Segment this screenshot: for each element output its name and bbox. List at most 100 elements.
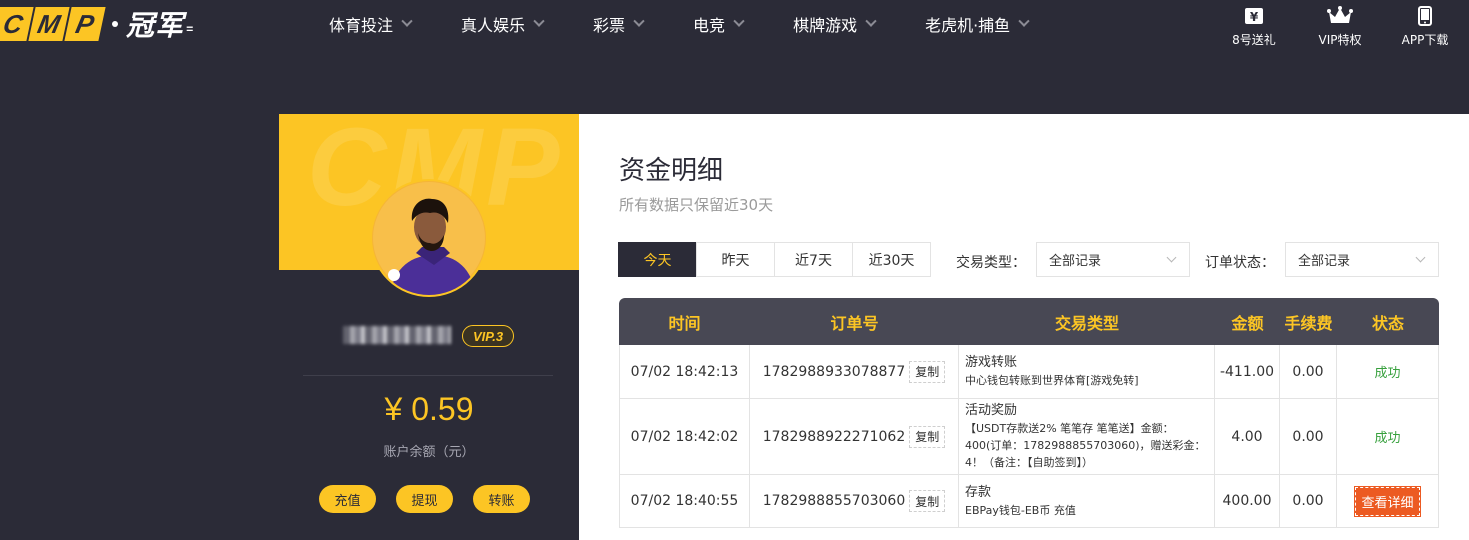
logo-letter: P <box>64 7 106 41</box>
username-blurred <box>343 326 451 344</box>
vip-badge[interactable]: VIP.3 <box>462 325 514 347</box>
nav-item-label: 彩票 <box>593 16 626 35</box>
withdraw-button[interactable]: 提现 <box>396 485 453 513</box>
nav-item-label: 棋牌游戏 <box>793 16 858 35</box>
nav-item-card-games[interactable]: 棋牌游戏 <box>793 13 877 35</box>
time-cell: 07/02 18:40:55 <box>620 475 750 528</box>
nav-item-sports[interactable]: 体育投注 <box>329 13 413 35</box>
column-header: 交易类型 <box>1054 313 1119 333</box>
order-number: 1782988855703060 <box>762 493 906 509</box>
logo-name: 冠军 <box>126 9 185 42</box>
chevron-down-icon <box>733 15 745 27</box>
fee-cell: 0.00 <box>1280 345 1337 399</box>
balance-amount: ¥ 0.59 <box>384 391 474 427</box>
table-header: 时间 订单号 交易类型 金额 手续费 状态 <box>619 298 1439 345</box>
nav-item-label: 老虎机·捕鱼 <box>925 16 1011 35</box>
time-cell: 07/02 18:42:02 <box>620 399 750 475</box>
table-row: 07/02 18:42:02 1782988922271062 复制 活动奖励 … <box>619 399 1439 475</box>
column-header: 订单号 <box>830 313 879 333</box>
nav-item-slots-fishing[interactable]: 老虎机·捕鱼 <box>925 13 1030 35</box>
top-navbar: C M P 冠军 = 体育投注 真人娱乐 彩票 电竞 棋牌游戏 老虎机·捕鱼 ¥… <box>0 0 1469 56</box>
type-cell: 存款 EBPay钱包-EB币 充值 <box>959 475 1215 528</box>
tab-last-30-days[interactable]: 近30天 <box>852 242 931 277</box>
order-cell: 1782988933078877 复制 <box>750 345 959 399</box>
card-divider <box>303 375 553 376</box>
chevron-down-icon <box>1415 252 1426 263</box>
column-header: 状态 <box>1371 313 1404 333</box>
avatar[interactable] <box>370 179 488 297</box>
tab-last-7-days[interactable]: 近7天 <box>774 242 853 277</box>
fee-cell: 0.00 <box>1280 475 1337 528</box>
time-cell: 07/02 18:42:13 <box>620 345 750 399</box>
tool-label: APP下载 <box>1401 33 1449 47</box>
status-badge: 成功 <box>1374 366 1401 381</box>
tab-today[interactable]: 今天 <box>618 242 697 277</box>
balance-label: 账户余额（元） <box>383 445 475 460</box>
amount-cell: 4.00 <box>1215 399 1280 475</box>
amount-cell: 400.00 <box>1215 475 1280 528</box>
order-cell: 1782988922271062 复制 <box>750 399 959 475</box>
app-download-tool[interactable]: APP下载 <box>1399 6 1451 48</box>
column-header: 手续费 <box>1284 313 1333 333</box>
select-value: 全部记录 <box>1049 254 1102 269</box>
page-subtitle: 所有数据只保留近30天 <box>619 196 774 214</box>
nav-item-label: 电竞 <box>693 16 726 35</box>
amount-cell: -411.00 <box>1215 345 1280 399</box>
fee-cell: 0.00 <box>1280 399 1337 475</box>
user-card: CMP VIP.3 ¥ 0.59 账户余额（元） 充值 提现 转账 <box>279 114 579 540</box>
nav-item-lottery[interactable]: 彩票 <box>593 13 645 35</box>
brand-logo[interactable]: C M P 冠军 = <box>0 6 193 42</box>
select-value: 全部记录 <box>1298 254 1351 269</box>
status-cell: 成功 <box>1337 399 1439 475</box>
nav-item-live-casino[interactable]: 真人娱乐 <box>461 13 545 35</box>
chevron-down-icon <box>633 15 645 27</box>
chevron-down-icon <box>1166 252 1177 263</box>
status-cell: 查看详细 <box>1337 475 1439 528</box>
order-cell: 1782988855703060 复制 <box>750 475 959 528</box>
type-cell: 游戏转账 中心钱包转账到世界体育[游戏免转] <box>959 345 1215 399</box>
date-range-tabs: 今天 昨天 近7天 近30天 <box>618 242 931 277</box>
transactions-table: 时间 订单号 交易类型 金额 手续费 状态 07/02 18:42:13 178… <box>619 298 1439 528</box>
transfer-button[interactable]: 转账 <box>473 485 530 513</box>
vip-tool[interactable]: VIP特权 <box>1315 6 1365 48</box>
transaction-type-select[interactable]: 全部记录 <box>1036 242 1190 277</box>
chevron-down-icon <box>1018 15 1030 27</box>
nav-item-esports[interactable]: 电竞 <box>693 13 745 35</box>
avatar-image <box>372 181 486 295</box>
copy-button[interactable]: 复制 <box>909 360 946 383</box>
tab-yesterday[interactable]: 昨天 <box>696 242 775 277</box>
chevron-down-icon <box>533 15 545 27</box>
type-title: 活动奖励 <box>965 403 1018 418</box>
tool-label: VIP特权 <box>1318 33 1362 47</box>
table-row: 07/02 18:40:55 1782988855703060 复制 存款 EB… <box>619 475 1439 528</box>
phone-icon <box>1418 6 1432 26</box>
crown-icon <box>1327 6 1353 26</box>
order-status-label: 订单状态： <box>1205 255 1275 271</box>
nav-item-label: 真人娱乐 <box>461 16 526 35</box>
status-cell: 成功 <box>1337 345 1439 399</box>
nav-item-label: 体育投注 <box>329 16 394 35</box>
transaction-type-label: 交易类型： <box>956 255 1026 271</box>
svg-text:¥: ¥ <box>1250 10 1259 24</box>
column-header: 时间 <box>668 313 701 333</box>
copy-button[interactable]: 复制 <box>909 425 946 448</box>
type-title: 存款 <box>965 484 992 500</box>
order-status-select[interactable]: 全部记录 <box>1285 242 1439 277</box>
type-description: 【USDT存款送2% 笔笔存 笔笔送】金额：400(订单：17829888557… <box>965 422 1206 469</box>
logo-letter: M <box>28 7 70 41</box>
table-row: 07/02 18:42:13 1782988933078877 复制 游戏转账 … <box>619 345 1439 399</box>
logo-tail: = <box>186 22 194 36</box>
type-description: EBPay钱包-EB币 充值 <box>965 503 1076 517</box>
type-description: 中心钱包转账到世界体育[游戏免转] <box>965 374 1139 387</box>
view-detail-button[interactable]: 查看详细 <box>1354 485 1421 517</box>
type-cell: 活动奖励 【USDT存款送2% 笔笔存 笔笔送】金额：400(订单：178298… <box>959 399 1215 475</box>
chevron-down-icon <box>401 15 413 27</box>
deposit-button[interactable]: 充值 <box>319 485 376 513</box>
page-title: 资金明细 <box>619 156 724 186</box>
order-number: 1782988922271062 <box>762 428 906 445</box>
logo-letters: C M P <box>0 7 106 41</box>
chevron-down-icon <box>865 15 877 27</box>
type-title: 游戏转账 <box>965 355 1018 370</box>
gift-tool[interactable]: ¥ 8号送礼 <box>1229 6 1279 48</box>
copy-button[interactable]: 复制 <box>909 490 946 512</box>
